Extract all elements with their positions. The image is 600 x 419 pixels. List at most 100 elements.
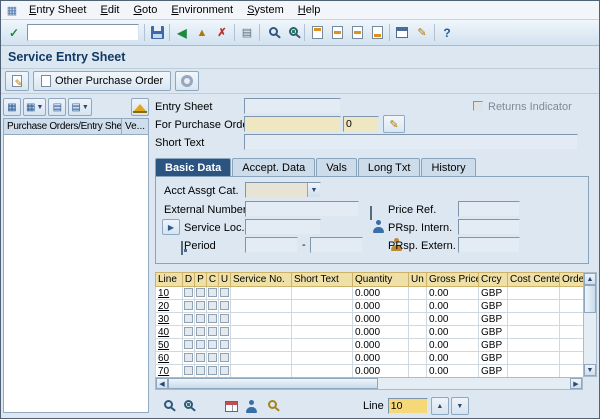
d-cell[interactable] bbox=[182, 325, 195, 339]
print-button[interactable]: ▤ bbox=[237, 23, 257, 43]
un-cell[interactable] bbox=[408, 299, 427, 313]
p-cell[interactable] bbox=[194, 325, 207, 339]
help-button[interactable]: ? bbox=[437, 23, 457, 43]
checkbox-c[interactable] bbox=[208, 288, 217, 298]
col-order[interactable]: Orde.. bbox=[559, 272, 584, 287]
view-dropdown-button[interactable]: ▤ ▼ bbox=[68, 98, 92, 116]
line-number-link[interactable]: 60 bbox=[158, 353, 169, 364]
p-cell[interactable] bbox=[194, 299, 207, 313]
c-cell[interactable] bbox=[206, 299, 219, 313]
menu-edit[interactable]: Edit bbox=[93, 3, 126, 17]
col-service-no[interactable]: Service No. bbox=[230, 272, 292, 287]
service-no-cell[interactable] bbox=[230, 364, 292, 378]
checkbox-d[interactable] bbox=[184, 353, 193, 363]
col-line[interactable]: Line bbox=[155, 272, 183, 287]
quantity-cell[interactable]: 0.000 bbox=[352, 338, 409, 352]
last-page-button[interactable] bbox=[367, 23, 387, 43]
po-item-field[interactable] bbox=[343, 116, 379, 132]
currency-cell[interactable]: GBP bbox=[478, 364, 508, 378]
menu-system[interactable]: System bbox=[240, 3, 291, 17]
sap-window-icon[interactable]: ▦ bbox=[4, 4, 20, 17]
period-to-field[interactable] bbox=[310, 237, 363, 253]
checkbox-u[interactable] bbox=[220, 301, 229, 311]
line-cell[interactable]: 60 bbox=[155, 351, 183, 365]
checkbox-u[interactable] bbox=[220, 340, 229, 350]
checkbox-p[interactable] bbox=[196, 353, 205, 363]
checkbox-u[interactable] bbox=[220, 366, 229, 376]
d-cell[interactable] bbox=[182, 351, 195, 365]
checkbox-p[interactable] bbox=[196, 314, 205, 324]
gross-price-cell[interactable]: 0.00 bbox=[426, 286, 479, 300]
back-button[interactable]: ◀ bbox=[172, 23, 192, 43]
contact-person-button[interactable] bbox=[241, 396, 261, 416]
service-no-cell[interactable] bbox=[230, 351, 292, 365]
gross-price-cell[interactable]: 0.00 bbox=[426, 325, 479, 339]
horizontal-scrollbar-thumb[interactable] bbox=[168, 378, 378, 389]
u-cell[interactable] bbox=[218, 312, 231, 326]
new-session-button[interactable] bbox=[392, 23, 412, 43]
checkbox-c[interactable] bbox=[208, 366, 217, 376]
find-line-button[interactable] bbox=[261, 396, 281, 416]
order-cell[interactable] bbox=[559, 325, 584, 339]
p-cell[interactable] bbox=[194, 286, 207, 300]
line-cell[interactable]: 30 bbox=[155, 312, 183, 326]
checkbox-c[interactable] bbox=[208, 327, 217, 337]
line-number-link[interactable]: 10 bbox=[158, 288, 169, 299]
table-row[interactable]: 50 0.000 0.00 GBP bbox=[155, 338, 584, 352]
external-number-field[interactable] bbox=[245, 201, 359, 217]
short-text-cell[interactable] bbox=[291, 299, 353, 313]
col-c[interactable]: C bbox=[206, 272, 219, 287]
quantity-cell[interactable]: 0.000 bbox=[352, 325, 409, 339]
service-no-cell[interactable] bbox=[230, 286, 292, 300]
tab-basic-data[interactable]: Basic Data bbox=[155, 158, 232, 176]
command-field[interactable] bbox=[27, 24, 139, 41]
scroll-down-button[interactable]: ▼ bbox=[584, 364, 596, 376]
d-cell[interactable] bbox=[182, 338, 195, 352]
menu-environment[interactable]: Environment bbox=[164, 3, 240, 17]
checkbox-u[interactable] bbox=[220, 353, 229, 363]
view-button[interactable]: ▤ bbox=[48, 98, 67, 116]
col-crcy[interactable]: Crcy bbox=[478, 272, 508, 287]
prsp-extern-field[interactable] bbox=[458, 237, 520, 253]
service-no-cell[interactable] bbox=[230, 312, 292, 326]
line-cell[interactable]: 10 bbox=[155, 286, 183, 300]
vertical-scrollbar-thumb[interactable] bbox=[584, 285, 596, 313]
currency-cell[interactable]: GBP bbox=[478, 338, 508, 352]
line-number-field[interactable] bbox=[387, 398, 428, 414]
scroll-up-button[interactable]: ▲ bbox=[584, 273, 596, 285]
checkbox-d[interactable] bbox=[184, 301, 193, 311]
u-cell[interactable] bbox=[218, 351, 231, 365]
service-no-cell[interactable] bbox=[230, 299, 292, 313]
tab-vals[interactable]: Vals bbox=[316, 158, 357, 176]
find-next-button[interactable] bbox=[282, 23, 302, 43]
c-cell[interactable] bbox=[206, 351, 219, 365]
cost-center-cell[interactable] bbox=[507, 299, 560, 313]
un-cell[interactable] bbox=[408, 338, 427, 352]
next-line-button[interactable]: ▼ bbox=[450, 397, 469, 415]
table-row[interactable]: 40 0.000 0.00 GBP bbox=[155, 325, 584, 339]
find-button[interactable] bbox=[262, 23, 282, 43]
checkbox-p[interactable] bbox=[196, 366, 205, 376]
short-text-cell[interactable] bbox=[291, 364, 353, 378]
c-cell[interactable] bbox=[206, 286, 219, 300]
checkbox-c[interactable] bbox=[208, 301, 217, 311]
col-gross-price[interactable]: Gross Price bbox=[426, 272, 479, 287]
line-number-link[interactable]: 50 bbox=[158, 340, 169, 351]
checkbox-d[interactable] bbox=[184, 327, 193, 337]
menu-help[interactable]: Help bbox=[291, 3, 328, 17]
gross-price-cell[interactable]: 0.00 bbox=[426, 338, 479, 352]
u-cell[interactable] bbox=[218, 338, 231, 352]
un-cell[interactable] bbox=[408, 351, 427, 365]
checkbox-p[interactable] bbox=[196, 288, 205, 298]
gross-price-cell[interactable]: 0.00 bbox=[426, 364, 479, 378]
quantity-cell[interactable]: 0.000 bbox=[352, 286, 409, 300]
d-cell[interactable] bbox=[182, 312, 195, 326]
u-cell[interactable] bbox=[218, 286, 231, 300]
create-entry-sheet-button[interactable]: ✎ bbox=[5, 71, 29, 91]
p-cell[interactable] bbox=[194, 338, 207, 352]
p-cell[interactable] bbox=[194, 364, 207, 378]
line-cell[interactable]: 20 bbox=[155, 299, 183, 313]
line-details-button[interactable] bbox=[157, 396, 177, 416]
gross-price-cell[interactable]: 0.00 bbox=[426, 312, 479, 326]
c-cell[interactable] bbox=[206, 312, 219, 326]
